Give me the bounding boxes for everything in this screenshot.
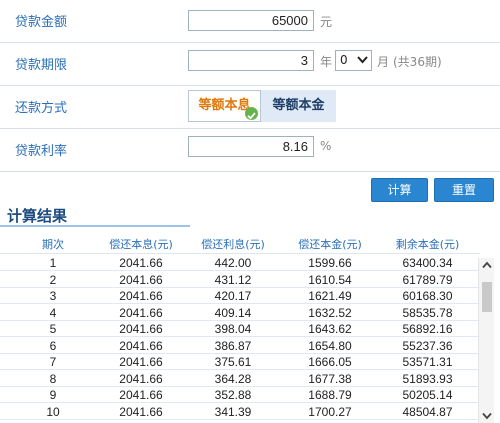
term-months-select[interactable]: 0 [335, 50, 372, 71]
cell-interest: 431.12 [214, 272, 252, 287]
calculate-button[interactable]: 计算 [371, 178, 428, 202]
chevron-down-icon [357, 56, 368, 64]
table-row: 5 2041.66 398.04 1643.62 56892.16 [0, 321, 478, 337]
cell-principal: 1599.66 [308, 256, 352, 270]
cell-period: 1 [49, 256, 57, 270]
cell-interest: 375.61 [214, 355, 252, 369]
cell-remaining: 48504.87 [402, 404, 453, 419]
chevron-up-icon[interactable] [482, 261, 492, 269]
cell-payment: 2041.66 [119, 355, 163, 369]
month-unit: 月 [377, 55, 390, 69]
cell-principal: 1621.49 [308, 289, 352, 303]
results-scrollbar[interactable] [478, 258, 494, 423]
cell-interest: 341.39 [214, 404, 252, 419]
term-row: 贷款期限 年 0 月 (共36期) [0, 43, 500, 86]
cell-period: 2 [49, 272, 57, 287]
term-months-value: 0 [340, 53, 348, 67]
method-label: 还款方式 [15, 101, 68, 116]
amount-label: 贷款金额 [15, 15, 68, 30]
cell-payment: 2041.66 [119, 338, 163, 353]
table-row: 9 2041.66 352.88 1688.79 50205.14 [0, 387, 478, 403]
cell-payment: 2041.66 [119, 256, 163, 270]
scroll-thumb[interactable] [482, 282, 492, 312]
cell-period: 6 [49, 338, 57, 353]
cell-payment: 2041.66 [119, 289, 163, 303]
column-header-period: 期次 [42, 238, 64, 251]
cell-payment: 2041.66 [119, 305, 163, 320]
rate-label: 贷款利率 [15, 144, 68, 159]
year-unit: 年 [320, 55, 333, 69]
cell-payment: 2041.66 [119, 388, 163, 402]
cell-period: 7 [49, 355, 57, 369]
table-row: 10 2041.66 341.39 1700.27 48504.87 [0, 404, 478, 420]
cell-remaining: 51893.93 [402, 371, 453, 386]
results-title-underline [0, 225, 190, 227]
cell-remaining: 56892.16 [402, 322, 453, 336]
cell-principal: 1666.05 [308, 355, 352, 369]
cell-remaining: 55237.36 [402, 338, 453, 353]
cell-remaining: 60168.30 [402, 289, 453, 303]
chevron-down-icon[interactable] [482, 412, 492, 420]
cell-payment: 2041.66 [119, 404, 163, 419]
column-header-principal: 偿还本金(元) [298, 238, 362, 251]
check-icon [245, 107, 258, 120]
term-total: (共36期) [393, 55, 442, 69]
cell-remaining: 50205.14 [402, 388, 453, 402]
cell-period: 8 [49, 371, 57, 386]
cell-payment: 2041.66 [119, 371, 163, 386]
cell-principal: 1654.80 [308, 338, 352, 353]
cell-interest: 420.17 [214, 289, 252, 303]
cell-period: 5 [49, 322, 57, 336]
table-row: 2 2041.66 431.12 1610.54 61789.79 [0, 272, 478, 288]
cell-period: 3 [49, 289, 57, 303]
table-row: 1 2041.66 442.00 1599.66 63400.34 [0, 255, 478, 271]
cell-interest: 364.28 [214, 371, 252, 386]
cell-principal: 1643.62 [308, 322, 352, 336]
rate-unit: % [320, 139, 332, 153]
table-row: 8 2041.66 364.28 1677.38 51893.93 [0, 371, 478, 387]
cell-principal: 1700.27 [308, 404, 352, 419]
term-label: 贷款期限 [15, 58, 68, 73]
rate-row: 贷款利率 % [0, 129, 500, 172]
cell-interest: 386.87 [214, 338, 252, 353]
term-years-input[interactable] [188, 50, 314, 71]
cell-interest: 398.04 [214, 322, 252, 336]
method-toggle: 等额本息 等额本金 [188, 90, 336, 122]
table-row: 7 2041.66 375.61 1666.05 53571.31 [0, 354, 478, 370]
results-title: 计算结果 [7, 207, 68, 225]
table-row: 4 2041.66 409.14 1632.52 58535.78 [0, 305, 478, 321]
cell-period: 9 [49, 388, 57, 402]
amount-input[interactable] [188, 10, 314, 31]
cell-remaining: 58535.78 [402, 305, 453, 320]
cell-payment: 2041.66 [119, 272, 163, 287]
cell-principal: 1632.52 [308, 305, 352, 320]
cell-period: 4 [49, 305, 57, 320]
cell-remaining: 63400.34 [402, 256, 453, 270]
cell-remaining: 53571.31 [402, 355, 453, 369]
table-row: 6 2041.66 386.87 1654.80 55237.36 [0, 338, 478, 354]
amount-unit: 元 [320, 15, 333, 29]
rate-input[interactable] [188, 136, 314, 157]
cell-interest: 442.00 [214, 256, 252, 270]
cell-principal: 1688.79 [308, 388, 352, 402]
results-table-header: 期次 偿还本息(元) 偿还利息(元) 偿还本金(元) 剩余本金(元) [0, 234, 480, 254]
cell-payment: 2041.66 [119, 322, 163, 336]
cell-interest: 352.88 [214, 388, 252, 402]
method-option-equal-principal[interactable]: 等额本金 [261, 90, 336, 122]
cell-principal: 1677.38 [308, 371, 352, 386]
reset-button[interactable]: 重置 [434, 178, 494, 202]
method-row: 还款方式 等额本息 等额本金 [0, 86, 500, 129]
amount-row: 贷款金额 元 [0, 0, 500, 43]
column-header-interest: 偿还利息(元) [201, 238, 265, 251]
cell-period: 10 [46, 404, 60, 419]
table-row: 3 2041.66 420.17 1621.49 60168.30 [0, 288, 478, 304]
cell-remaining: 61789.79 [402, 272, 453, 287]
cell-interest: 409.14 [214, 305, 252, 320]
cell-principal: 1610.54 [308, 272, 352, 287]
column-header-payment: 偿还本息(元) [109, 238, 173, 251]
column-header-remaining: 剩余本金(元) [395, 238, 460, 251]
